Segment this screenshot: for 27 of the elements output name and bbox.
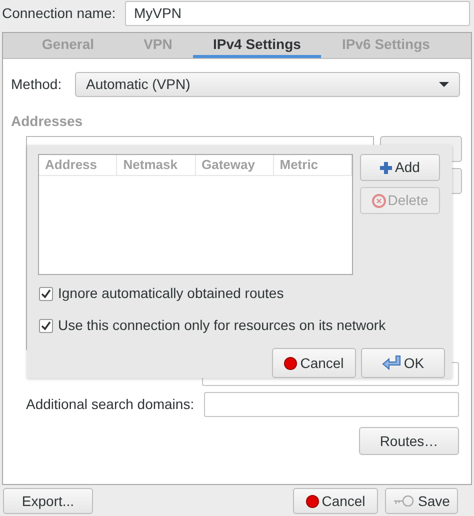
checkbox-label: Ignore automatically obtained routes	[58, 284, 284, 303]
save-button[interactable]: Save	[385, 488, 458, 514]
delete-icon	[372, 194, 386, 208]
tab[interactable]: IPv4 Settings	[193, 33, 321, 58]
search-domains-field[interactable]	[204, 392, 459, 417]
checkbox[interactable]	[39, 318, 53, 332]
method-dropdown[interactable]: Automatic (VPN)	[75, 72, 460, 97]
ok-button[interactable]: OK	[361, 348, 445, 378]
cancel-button[interactable]: Cancel	[293, 488, 378, 514]
delete-button: Delete	[360, 187, 440, 214]
cancel-button[interactable]: Cancel	[272, 348, 356, 378]
export-button[interactable]: Export...	[3, 488, 93, 514]
checkbox-label: Use this connection only for resources on its network	[58, 316, 386, 335]
routes-button[interactable]: Routes…	[359, 427, 459, 455]
connection-name-label: Connection name:	[2, 4, 115, 22]
method-label: Method:	[11, 75, 63, 94]
section-heading: Addresses	[11, 112, 84, 131]
connection-name-field[interactable]: MyVPN	[125, 0, 470, 26]
caret-icon	[439, 82, 449, 87]
stop-icon	[284, 356, 298, 370]
add-button[interactable]: Add	[360, 154, 440, 181]
checkbox[interactable]	[39, 286, 53, 300]
return-arrow-icon	[382, 355, 402, 371]
plus-icon	[380, 162, 392, 174]
search-domains-label: Additional search domains:	[26, 395, 196, 414]
stop-icon	[306, 494, 319, 508]
key-icon	[393, 495, 416, 507]
